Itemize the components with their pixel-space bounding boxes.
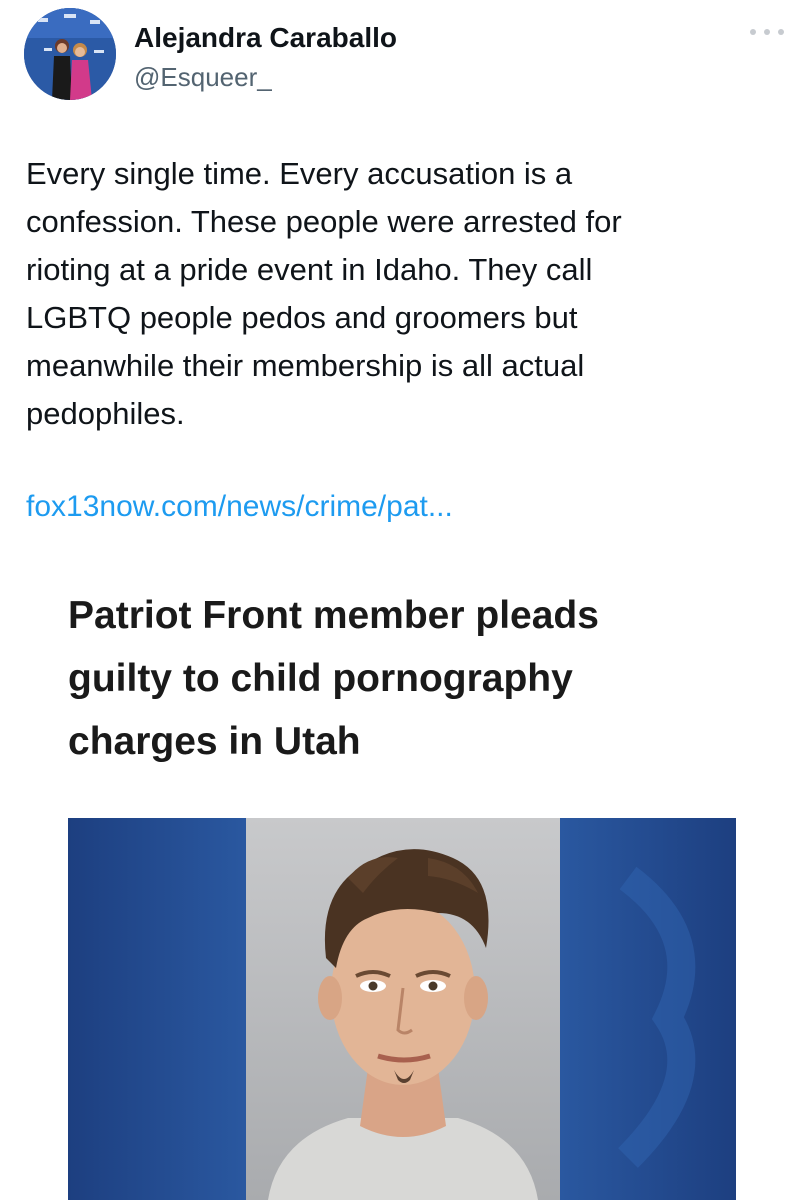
article-headline[interactable]: Patriot Front member pleads guilty to ch… <box>68 584 748 773</box>
profile-photo-icon <box>24 8 116 100</box>
avatar[interactable] <box>24 8 116 100</box>
more-horizontal-icon <box>750 29 756 35</box>
author-handle[interactable]: @Esqueer_ <box>134 62 272 93</box>
tweet-header: Alejandra Caraballo @Esqueer_ <box>24 8 784 100</box>
more-horizontal-icon-dot <box>778 29 784 35</box>
tweet-text: Every single time. Every accusation is a… <box>26 156 622 431</box>
author-display-name[interactable]: Alejandra Caraballo <box>134 22 397 54</box>
more-horizontal-icon-dot <box>764 29 770 35</box>
article-image[interactable] <box>68 818 736 1200</box>
more-options-button[interactable] <box>750 22 784 42</box>
mugshot-photo-icon <box>68 818 736 1200</box>
article-link[interactable]: fox13now.com/news/crime/pat... <box>26 490 453 524</box>
